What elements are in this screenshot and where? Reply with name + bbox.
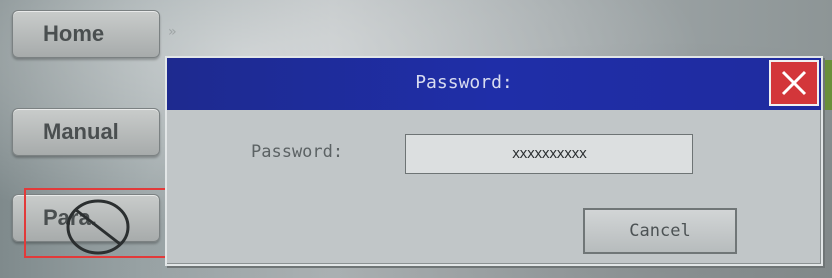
dialog-title: Password: [415,72,513,93]
nav-arrows-icon: » [168,24,177,40]
cancel-button[interactable]: Cancel [583,208,737,254]
dialog-titlebar: Password: [167,58,821,110]
nav-manual-label: Manual [43,119,119,144]
highlight-box [24,188,170,258]
nav-manual-button[interactable]: Manual [12,108,160,156]
nav-home-button[interactable]: Home [12,10,160,58]
cancel-label: Cancel [629,221,691,241]
password-label: Password: [251,142,344,162]
nav-home-label: Home [43,21,105,46]
password-dialog: Password: Password: xxxxxxxxxx Cancel [165,56,823,266]
close-icon [781,70,807,96]
password-input[interactable]: xxxxxxxxxx [405,134,693,174]
close-button[interactable] [769,60,819,106]
password-value: xxxxxxxxxx [511,146,587,162]
